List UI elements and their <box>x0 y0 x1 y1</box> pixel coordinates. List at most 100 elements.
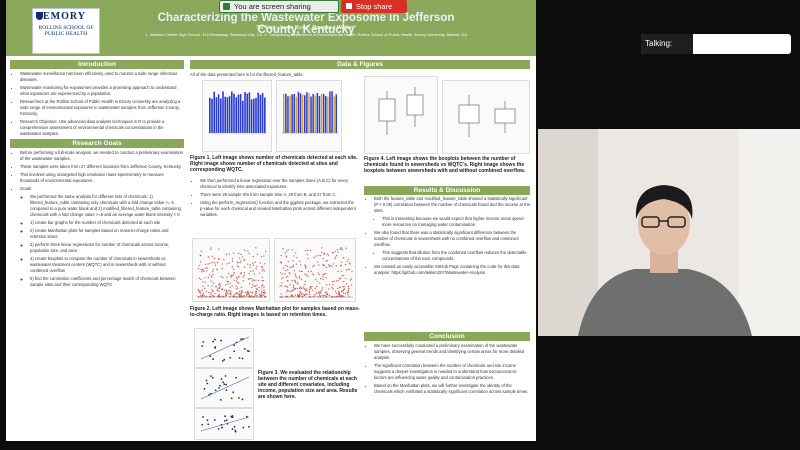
fig2-point <box>263 286 265 288</box>
fig2-point <box>198 290 200 292</box>
fig2-point <box>322 278 324 280</box>
fig3-point <box>233 344 236 347</box>
intro-bullet: Wastewater monitoring for exposomes prov… <box>20 85 184 97</box>
fig1-bar <box>333 96 335 133</box>
fig2-point <box>315 255 317 257</box>
fig2-point <box>309 249 312 252</box>
fig2-point <box>302 286 305 288</box>
fig3-point <box>229 356 231 359</box>
fig2-point <box>311 285 313 288</box>
fig2-point <box>294 274 296 277</box>
fig2-point <box>332 284 334 286</box>
fig2-point <box>300 278 303 281</box>
fig2-point <box>318 282 321 284</box>
fig2-point <box>301 294 303 296</box>
fig2-point <box>198 291 201 293</box>
fig2-point <box>308 290 311 292</box>
fig2-point <box>251 280 254 282</box>
fig2-point <box>343 286 345 288</box>
fig2-point <box>296 256 298 259</box>
fig2-point <box>264 250 267 252</box>
fig2-point <box>227 273 230 275</box>
fig2-point <box>306 293 308 296</box>
fig3-point <box>205 379 208 382</box>
figure1-bar-chart-right <box>276 80 342 152</box>
fig2-point <box>348 268 351 271</box>
fig2-point <box>253 273 256 275</box>
fig2-point <box>246 292 248 295</box>
fig2-point <box>233 279 236 281</box>
fig3-point <box>209 355 212 358</box>
fig2-point <box>340 247 342 249</box>
fig3-point <box>201 423 204 426</box>
fig2-point <box>212 290 214 292</box>
fig2-point <box>322 273 324 276</box>
stop-share-label: Stop share <box>356 2 393 11</box>
fig2-point <box>250 295 253 297</box>
goals-label: Goals: <box>20 186 33 191</box>
fig3-point <box>211 376 214 379</box>
fig2-point <box>213 293 216 295</box>
fig2-point <box>225 292 227 294</box>
fig2-point <box>200 255 202 257</box>
fig1-bar <box>228 96 231 133</box>
fig2-point <box>202 281 204 283</box>
fig2-point <box>225 284 227 286</box>
fig2-point <box>313 295 316 297</box>
fig2-point <box>339 248 341 250</box>
fig2-point <box>292 260 294 262</box>
fig2-point <box>286 286 289 288</box>
fig2-point <box>284 273 286 275</box>
fig2-point <box>258 293 261 295</box>
fig2-point <box>255 247 257 249</box>
fig2-point <box>235 288 237 290</box>
fig2-point <box>253 285 255 287</box>
fig2-point <box>252 255 255 258</box>
fig2-point <box>229 290 232 292</box>
fig3-point <box>225 389 228 392</box>
fig3-point <box>243 347 246 350</box>
fig2-point <box>316 280 318 282</box>
regression-bullet: We then performed a linear regression ov… <box>200 178 358 190</box>
fig2-point <box>305 288 307 290</box>
fig2-point <box>300 287 303 290</box>
fig2-point <box>218 287 221 289</box>
fig2-point <box>310 270 312 273</box>
participant-video[interactable] <box>538 129 800 336</box>
fig3-point <box>219 398 222 401</box>
fig2-point <box>232 268 235 271</box>
stop-share-button[interactable]: Stop share <box>341 0 407 13</box>
fig2-point <box>318 273 320 276</box>
results-bullet: Both the feature_table and modified_feat… <box>374 196 530 214</box>
fig3-point <box>206 419 209 422</box>
fig3-point <box>209 375 212 378</box>
fig2-point <box>199 292 202 294</box>
fig2-point <box>214 264 217 267</box>
fig3-point <box>224 375 227 377</box>
fig2-point <box>299 260 301 263</box>
fig2-point <box>291 279 293 282</box>
fig1-bar <box>304 95 306 133</box>
fig2-point <box>294 273 296 275</box>
fig2-point <box>240 260 242 262</box>
conclusion-bullet: We have successfully conducted a prelimi… <box>374 343 530 361</box>
fig2-point <box>285 256 288 258</box>
fig2-point <box>287 249 289 251</box>
fig2-point <box>315 292 318 294</box>
fig2-point <box>229 282 231 285</box>
fig2-point <box>210 247 212 249</box>
fig3-point <box>235 376 237 379</box>
research-goals-text: Before performing a full-scale analysis,… <box>10 150 184 288</box>
fig2-point <box>346 283 348 285</box>
fig1-bar <box>215 97 218 133</box>
intro-text: Wastewater surveillance has been effecti… <box>10 71 184 137</box>
fig2-point <box>342 274 345 277</box>
fig2-point <box>282 276 284 279</box>
fig2-point <box>263 263 266 265</box>
fig2-point <box>240 292 242 295</box>
poster-column-middle: All of the data presented here is for th… <box>190 72 358 78</box>
results-sub-bullet: This suggests that dilution from the com… <box>382 250 530 262</box>
fig2-point <box>238 293 241 295</box>
fig2-point <box>326 253 328 255</box>
figure2-caption: Figure 2. Left image shows Manhattan plo… <box>190 306 360 318</box>
